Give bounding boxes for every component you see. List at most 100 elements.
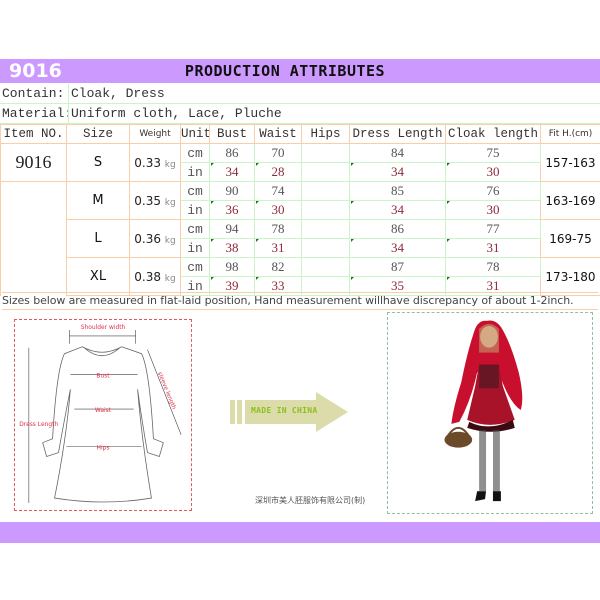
bottom-bar: [0, 522, 600, 543]
table-row: 9016 S 0.33 kg cm 86 70 84 75 157-163: [0, 143, 600, 182]
header-size: Size: [66, 124, 130, 144]
unit-cell: cm: [180, 257, 210, 277]
cloak-length-cell: 31: [445, 238, 541, 258]
hips-cell: [301, 238, 350, 258]
weight-cell: 0.36 kg: [129, 219, 181, 258]
bust-cell: 36: [209, 200, 255, 220]
header-hips: Hips: [301, 124, 350, 144]
header-bust: Bust: [209, 124, 255, 144]
weight-cell: 0.38 kg: [129, 257, 181, 296]
fit-height-cell: 173-180: [540, 257, 600, 296]
bust-cell: 34: [209, 162, 255, 182]
header-item-no: Item NO.: [0, 124, 67, 144]
hips-cell: [301, 181, 350, 201]
unit-cell: cm: [180, 219, 210, 239]
company-name: 深圳市美人胚服饰有限公司(制): [255, 496, 366, 505]
header-weight: Weight: [129, 124, 181, 144]
header-waist: Waist: [254, 124, 302, 144]
weight-value: 0.33: [134, 155, 161, 170]
fit-height-cell: 157-163: [540, 143, 600, 182]
diagram-label-waist: Waist: [95, 407, 112, 414]
dress-length-cell: 34: [349, 200, 446, 220]
diagram-label-dress-length: Dress Length: [19, 421, 58, 428]
dress-length-cell: 34: [349, 162, 446, 182]
waist-cell: 30: [254, 200, 302, 220]
product-photo: [387, 312, 593, 514]
unit-cell: cm: [180, 143, 210, 163]
cloak-length-cell: 30: [445, 162, 541, 182]
cloak-length-cell: 76: [445, 181, 541, 201]
weight-unit: kg: [164, 197, 176, 208]
table-row: XL 0.38 kg cm 98 82 87 78 173-180: [0, 257, 600, 296]
fit-height-cell: 163-169: [540, 181, 600, 220]
bust-cell: 90: [209, 181, 255, 201]
table-header-row: Item NO. Size Weight Unit Bust Waist Hip…: [0, 124, 600, 144]
diagram-label-shoulder-width: Shoulder width: [81, 324, 126, 331]
bust-cell: 94: [209, 219, 255, 239]
item-number-cell: [0, 219, 67, 258]
waist-cell: 78: [254, 219, 302, 239]
waist-cell: 28: [254, 162, 302, 182]
dress-length-cell: 84: [349, 143, 446, 163]
waist-cell: 31: [254, 238, 302, 258]
measurement-note: Sizes below are measured in flat-laid po…: [2, 292, 598, 310]
hips-cell: [301, 219, 350, 239]
weight-cell: 0.35 kg: [129, 181, 181, 220]
item-number-cell: 9016: [0, 143, 67, 182]
hips-cell: [301, 200, 350, 220]
material-label: Material:: [2, 106, 73, 121]
hips-cell: [301, 257, 350, 277]
fit-height-cell: 169-75: [540, 219, 600, 258]
dress-length-cell: 85: [349, 181, 446, 201]
table-row: L 0.36 kg cm 94 78 86 77 169-75: [0, 219, 600, 258]
contain-label: Contain:: [2, 86, 65, 101]
weight-value: 0.36: [134, 231, 161, 246]
header-unit: Unit: [180, 124, 210, 144]
size-cell: M: [66, 181, 130, 220]
material-row: Material: Uniform cloth, Lace, Pluche: [0, 104, 600, 124]
unit-cell: in: [180, 162, 210, 182]
title-bar: 9016 PRODUCTION ATTRIBUTES: [0, 59, 600, 83]
bust-cell: 98: [209, 257, 255, 277]
page-title: PRODUCTION ATTRIBUTES: [184, 62, 386, 80]
waist-cell: 82: [254, 257, 302, 277]
bust-cell: 86: [209, 143, 255, 163]
diagram-label-bust: Bust: [96, 372, 110, 379]
item-number-cell: [0, 257, 67, 296]
dress-outline-icon: Shoulder width Bust Waist Hips Dress Len…: [19, 324, 182, 503]
header-dress-length: Dress Length: [349, 124, 446, 144]
hips-cell: [301, 143, 350, 163]
unit-cell: cm: [180, 181, 210, 201]
table-row: M 0.35 kg cm 90 74 85 76 163-169: [0, 181, 600, 220]
unit-cell: in: [180, 238, 210, 258]
diagram-label-sleeve-length: sleeve length: [156, 371, 178, 411]
waist-cell: 70: [254, 143, 302, 163]
weight-unit: kg: [164, 159, 176, 170]
size-cell: L: [66, 219, 130, 258]
weight-unit: kg: [164, 273, 176, 284]
weight-cell: 0.33 kg: [129, 143, 181, 182]
contain-row: Contain: Cloak, Dress: [0, 84, 600, 104]
weight-value: 0.38: [134, 269, 161, 284]
cloak-length-cell: 75: [445, 143, 541, 163]
size-chart-table: Item NO. Size Weight Unit Bust Waist Hip…: [0, 124, 600, 296]
cloak-length-cell: 30: [445, 200, 541, 220]
item-number-cell: [0, 181, 67, 220]
item-id-heading: 9016: [9, 60, 62, 82]
dress-length-cell: 86: [349, 219, 446, 239]
costume-model-icon: [444, 320, 523, 502]
header-fit-height: Fit H.(cm): [540, 124, 600, 144]
unit-cell: in: [180, 200, 210, 220]
weight-value: 0.35: [134, 193, 161, 208]
dress-length-cell: 34: [349, 238, 446, 258]
cloak-length-cell: 77: [445, 219, 541, 239]
dress-length-cell: 87: [349, 257, 446, 277]
size-cell: XL: [66, 257, 130, 296]
weight-unit: kg: [164, 235, 176, 246]
material-value: Uniform cloth, Lace, Pluche: [68, 104, 600, 123]
size-cell: S: [66, 143, 130, 182]
bust-cell: 38: [209, 238, 255, 258]
diagram-label-hips: Hips: [97, 445, 110, 452]
cloak-length-cell: 78: [445, 257, 541, 277]
contain-value: Cloak, Dress: [68, 84, 600, 103]
